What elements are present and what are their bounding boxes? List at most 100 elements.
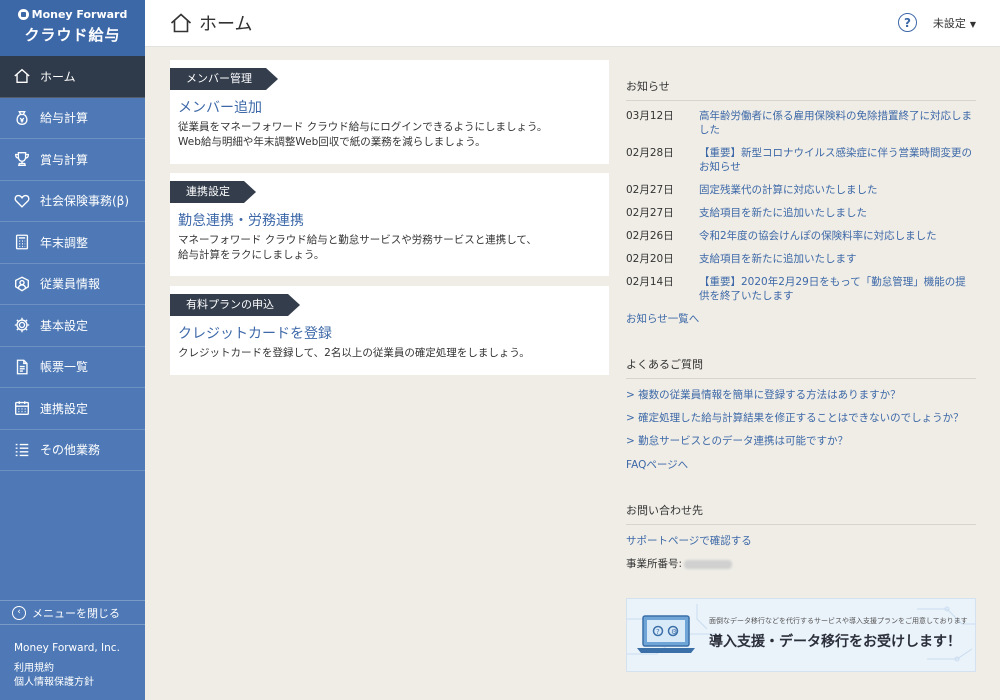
sidebar-item-label: 賞与計算 xyxy=(40,152,89,167)
news-date: 02月20日 xyxy=(626,253,674,265)
trophy-icon xyxy=(12,149,32,169)
card-integration-settings: 連携設定 勤怠連携・労務連携 マネーフォワード クラウド給与と勤怠サービスや労務… xyxy=(170,173,609,276)
news-link[interactable]: 【重要】新型コロナウイルス感染症に伴う営業時間変更のお知らせ xyxy=(699,146,976,174)
news-date: 02月28日 xyxy=(626,147,674,159)
privacy-link[interactable]: 個人情報保護方針 xyxy=(14,676,94,690)
news-list: 03月12日 高年齢労働者に係る雇用保険料の免除措置終了に対応しました 02月28… xyxy=(626,109,976,303)
news-date: 02月27日 xyxy=(626,184,674,196)
sidebar-item-label: 年末調整 xyxy=(40,235,89,250)
card-tag: メンバー管理 xyxy=(170,68,278,90)
chevron-left-icon: ‹ xyxy=(12,605,26,620)
sidebar-item-label: 基本設定 xyxy=(40,318,89,333)
sidebar-item-year-end[interactable]: 年末調整 xyxy=(0,222,145,264)
sidebar-item-label: 社会保険事務(β) xyxy=(40,194,130,209)
news-date: 02月26日 xyxy=(626,230,674,242)
page-title: ホーム xyxy=(169,10,252,36)
support-page-link[interactable]: サポートページで確認する xyxy=(626,533,976,548)
news-link[interactable]: 令和2年度の協会けんぽの保険料率に対応しました xyxy=(699,229,976,243)
sidebar-item-reports[interactable]: 帳票一覧 xyxy=(0,347,145,388)
news-title: お知らせ xyxy=(626,78,976,101)
faq-list: > 複数の従業員情報を簡単に登録する方法はありますか？ > 確定処理した給与計算… xyxy=(626,388,976,448)
faq-item[interactable]: > 複数の従業員情報を簡単に登録する方法はありますか？ xyxy=(626,388,976,402)
sidebar-item-basic-settings[interactable]: 基本設定 xyxy=(0,305,145,347)
brand-logo[interactable]: Money Forward クラウド給与 xyxy=(0,0,145,56)
banner-subtext: 面倒なデータ移行などを代行するサービスや導入支援プランをご用意しております xyxy=(709,617,968,625)
news-item: 02月20日 支給項目を新たに追加いたします xyxy=(626,252,976,266)
sidebar: Money Forward クラウド給与 ホーム 給与計算 賞与計算 社会保険事… xyxy=(0,0,145,700)
brand-sub-text: クラウド給与 xyxy=(24,26,121,44)
svg-text:⚙: ⚙ xyxy=(671,628,677,636)
attendance-integration-link[interactable]: 勤怠連携・労務連携 xyxy=(178,210,609,230)
sidebar-item-social-insurance[interactable]: 社会保険事務(β) xyxy=(0,181,145,222)
support-banner[interactable]: ? ⚙ 面倒なデータ移行などを代行するサービスや導入支援プランをご用意しておりま… xyxy=(626,598,976,672)
card-description: 従業員をマネーフォワード クラウド給与にログインできるようにしましょう。 Web… xyxy=(178,120,609,149)
news-item: 02月27日 支給項目を新たに追加いたしました xyxy=(626,206,976,220)
news-item: 02月26日 令和2年度の協会けんぽの保険料率に対応しました xyxy=(626,229,976,243)
sidebar-item-integration[interactable]: 連携設定 xyxy=(0,388,145,430)
sidebar-item-label: その他業務 xyxy=(40,443,101,458)
list-icon xyxy=(12,440,32,460)
office-number-label: 事業所番号: xyxy=(626,558,683,570)
calculator-icon xyxy=(12,232,32,252)
sidebar-item-employees[interactable]: 従業員情報 xyxy=(0,264,145,305)
sidebar-item-other[interactable]: その他業務 xyxy=(0,430,145,471)
sidebar-item-label: 従業員情報 xyxy=(40,277,101,292)
company-name: Money Forward, Inc. xyxy=(14,642,120,654)
card-member-management: メンバー管理 メンバー追加 従業員をマネーフォワード クラウド給与にログインでき… xyxy=(170,60,609,164)
close-menu-label: メニューを閉じる xyxy=(32,606,120,620)
home-icon xyxy=(170,13,192,33)
news-item: 02月27日 固定残業代の計算に対応いたしました xyxy=(626,183,976,197)
sidebar-item-home[interactable]: ホーム xyxy=(0,56,145,98)
calendar-icon xyxy=(12,398,32,418)
brand-top-text: Money Forward xyxy=(31,8,128,21)
news-date: 02月27日 xyxy=(626,207,674,219)
card-description: マネーフォワード クラウド給与と勤怠サービスや労務サービスと連携して、 給与計算… xyxy=(178,233,609,262)
terms-link[interactable]: 利用規約 xyxy=(14,662,94,676)
card-desc-line: 従業員をマネーフォワード クラウド給与にログインできるようにしましょう。 xyxy=(178,121,548,133)
caret-down-icon: ▼ xyxy=(969,20,976,29)
card-desc-line: クレジットカードを登録して、2名以上の従業員の確定処理をしましょう。 xyxy=(178,347,530,359)
sidebar-item-label: 帳票一覧 xyxy=(40,360,89,375)
card-desc-line: Web給与明細や年末調整Web回収で紙の業務を減らしましょう。 xyxy=(178,135,486,148)
document-icon xyxy=(12,357,32,377)
sidebar-item-bonus[interactable]: 賞与計算 xyxy=(0,139,145,181)
news-list-link[interactable]: お知らせ一覧へ xyxy=(626,311,976,326)
close-menu-button[interactable]: ‹ メニューを閉じる xyxy=(0,600,145,625)
card-paid-plan: 有料プランの申込 クレジットカードを登録 クレジットカードを登録して、2名以上の… xyxy=(170,286,609,375)
news-item: 02月14日 【重要】2020年2月29日をもって「勤怠管理」機能の提供を終了いた… xyxy=(626,275,976,303)
card-desc-line: 給与計算をラクにしましょう。 xyxy=(178,248,325,261)
heart-icon xyxy=(12,191,32,211)
footer-links: 利用規約 個人情報保護方針 xyxy=(14,662,94,690)
card-desc-line: マネーフォワード クラウド給与と勤怠サービスや労務サービスと連携して、 xyxy=(178,234,537,246)
faq-item[interactable]: > 勤怠サービスとのデータ連携は可能ですか？ xyxy=(626,434,976,448)
contact-title: お問い合わせ先 xyxy=(626,502,976,525)
right-column: お知らせ 03月12日 高年齢労働者に係る雇用保険料の免除措置終了に対応しました … xyxy=(626,47,976,672)
sidebar-item-label: ホーム xyxy=(40,69,76,84)
money-forward-logo-icon xyxy=(17,9,29,20)
news-date: 02月14日 xyxy=(626,276,674,288)
news-link[interactable]: 高年齢労働者に係る雇用保険料の免除措置終了に対応しました xyxy=(699,109,976,137)
card-tag: 連携設定 xyxy=(170,181,256,203)
laptop-icon: ? ⚙ xyxy=(637,615,695,653)
sidebar-item-payroll[interactable]: 給与計算 xyxy=(0,98,145,139)
money-bag-icon xyxy=(12,108,32,128)
help-icon[interactable]: ? xyxy=(898,13,917,32)
news-link[interactable]: 支給項目を新たに追加いたします xyxy=(699,252,976,266)
news-link[interactable]: 【重要】2020年2月29日をもって「勤怠管理」機能の提供を終了いたします xyxy=(699,275,976,303)
news-link[interactable]: 支給項目を新たに追加いたしました xyxy=(699,206,976,220)
faq-item[interactable]: > 確定処理した給与計算結果を修正することはできないのでしょうか？ xyxy=(626,411,976,425)
user-menu[interactable]: 未設定 ▼ xyxy=(933,15,976,31)
faq-page-link[interactable]: FAQページへ xyxy=(626,457,976,472)
register-credit-card-link[interactable]: クレジットカードを登録 xyxy=(178,323,609,343)
faq-title: よくあるご質問 xyxy=(626,356,976,379)
news-link[interactable]: 固定残業代の計算に対応いたしました xyxy=(699,183,976,197)
user-name: 未設定 xyxy=(932,17,966,30)
page-title-text: ホーム xyxy=(199,14,253,35)
sidebar-item-label: 連携設定 xyxy=(40,401,89,416)
banner-headline: 導入支援・データ移行をお受けします！ xyxy=(709,634,961,650)
card-description: クレジットカードを登録して、2名以上の従業員の確定処理をしましょう。 xyxy=(178,346,609,361)
office-number: 事業所番号: xyxy=(626,556,976,571)
home-icon xyxy=(12,66,32,86)
add-member-link[interactable]: メンバー追加 xyxy=(178,97,609,117)
news-date: 03月12日 xyxy=(626,110,674,122)
